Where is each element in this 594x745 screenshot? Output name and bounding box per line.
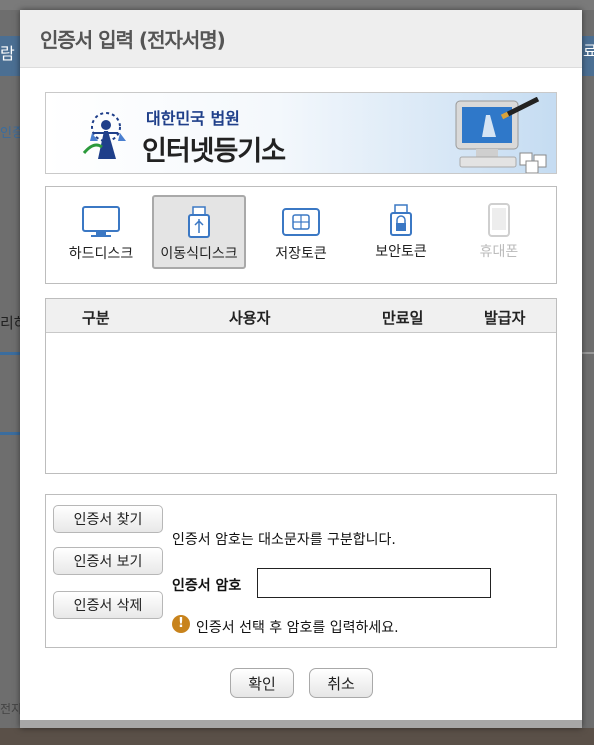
column-header-type: 구분 [82,309,110,327]
media-security-token[interactable]: 보안토큰 [354,195,448,269]
certificate-dialog: 인증서 입력 (전자서명) 대한민국 법원 인터넷등기소 하드디스크 이동식디스… [20,10,582,728]
media-hard-disk[interactable]: 하드디스크 [54,195,148,269]
computer-illustration-icon [455,97,547,173]
background-divider [0,432,20,435]
mobile-phone-icon [488,203,510,237]
table-header: 구분 사용자 만료일 발급자 [46,299,556,333]
media-mobile-phone[interactable]: 휴대폰 [452,195,546,269]
dialog-title: 인증서 입력 (전자서명) [40,28,226,52]
column-header-user: 사용자 [229,309,271,327]
find-certificate-button[interactable]: 인증서 찾기 [53,505,163,533]
media-label: 보안토큰 [375,244,427,260]
background-text: 전지 [0,702,23,716]
media-label: 하드디스크 [68,246,134,262]
media-label: 이동식디스크 [160,246,238,262]
banner-service: 인터넷등기소 [142,136,286,167]
dialog-header[interactable]: 인증서 입력 (전자서명) [20,10,582,68]
court-banner: 대한민국 법원 인터넷등기소 [45,92,557,174]
background-divider [582,352,594,354]
smart-card-icon [282,208,320,236]
banner-org: 대한민국 법원 [146,109,240,128]
warning-icon: ! [172,615,190,633]
media-label: 저장토큰 [275,246,327,262]
background-top-strip [0,0,594,10]
warning-text: 인증서 선택 후 암호를 입력하세요. [196,620,399,636]
column-header-issuer: 발급자 [484,309,526,327]
case-sensitivity-note: 인증서 암호는 대소문자를 구분합니다. [172,532,396,548]
password-label: 인증서 암호 [172,578,242,594]
background-text: 람 [0,44,15,63]
monitor-icon [82,206,120,237]
column-header-expiry: 만료일 [382,309,424,327]
dialog-bottom-bar [20,720,582,728]
media-storage-token[interactable]: 저장토큰 [254,195,348,269]
cancel-button[interactable]: 취소 [309,668,373,698]
certificate-password-panel: 인증서 찾기 인증서 보기 인증서 삭제 인증서 암호는 대소문자를 구분합니다… [45,494,557,648]
usb-drive-icon [188,206,210,238]
background-text: 료 [583,42,594,60]
certificate-table: 구분 사용자 만료일 발급자 [45,298,557,474]
password-input[interactable] [257,568,491,598]
media-removable-disk[interactable]: 이동식디스크 [152,195,246,269]
security-token-icon [390,204,412,236]
background-divider [0,352,20,355]
view-certificate-button[interactable]: 인증서 보기 [53,547,163,575]
storage-media-selector: 하드디스크 이동식디스크 저장토큰 보안토큰 휴대폰 [45,186,557,284]
background-bottom-strip [0,728,594,745]
delete-certificate-button[interactable]: 인증서 삭제 [53,591,163,619]
court-emblem-icon [82,112,126,159]
media-label: 휴대폰 [479,244,519,260]
ok-button[interactable]: 확인 [230,668,294,698]
certificate-list-body[interactable] [46,333,556,473]
